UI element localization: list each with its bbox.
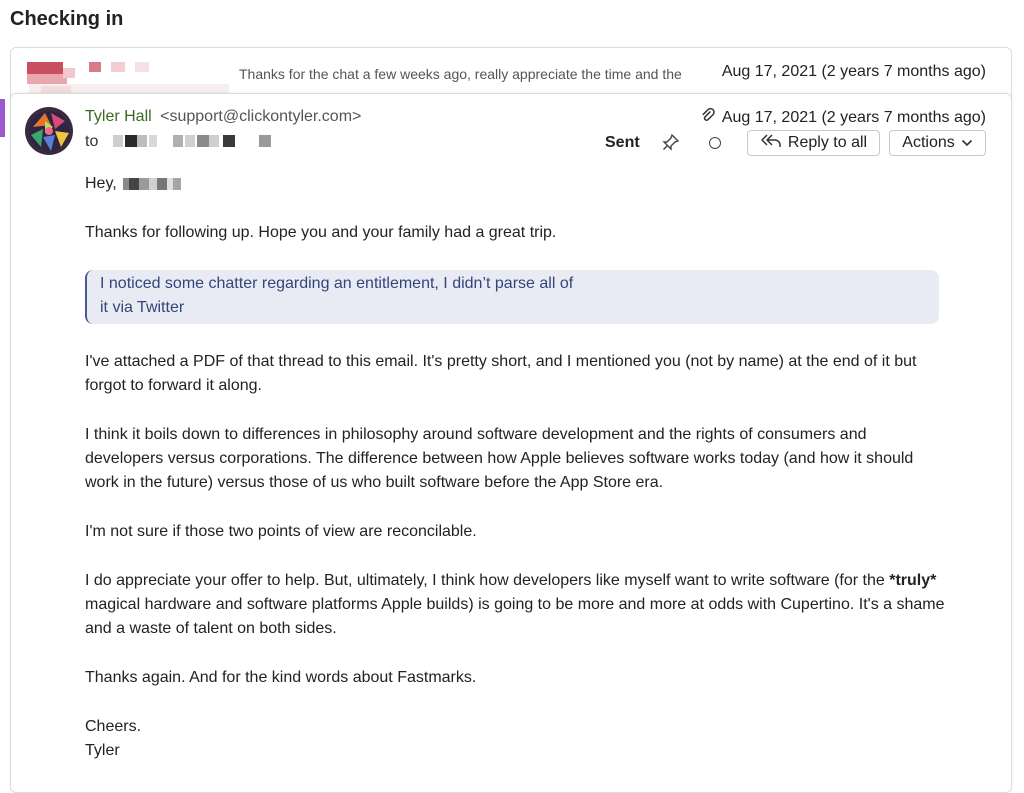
thread-title: Checking in bbox=[10, 8, 124, 30]
body-paragraph: I've attached a PDF of that thread to th… bbox=[85, 353, 917, 394]
body-paragraph: I think it boils down to differences in … bbox=[85, 426, 914, 491]
reply-to-all-button[interactable]: Reply to all bbox=[747, 130, 880, 156]
actions-label: Actions bbox=[902, 134, 955, 151]
paperclip-icon bbox=[700, 107, 716, 128]
message-body: Hey, Thanks for following up. Hope you a… bbox=[85, 172, 945, 763]
avatar[interactable] bbox=[25, 107, 73, 155]
reply-to-all-label: Reply to all bbox=[787, 134, 868, 151]
pin-icon[interactable] bbox=[661, 132, 681, 152]
body-paragraph: I do appreciate your offer to help. But,… bbox=[85, 569, 945, 641]
message-date: Aug 17, 2021 (2 years 7 months ago) bbox=[700, 107, 986, 128]
body-paragraph: Thanks for following up. Hope you and yo… bbox=[85, 224, 557, 241]
expanded-message: Tyler Hall <support@clickontyler.com> to… bbox=[10, 93, 1012, 793]
quote-line: it via Twitter bbox=[100, 299, 185, 316]
recipient-label: to bbox=[85, 133, 99, 150]
sender-email[interactable]: <support@clickontyler.com> bbox=[160, 108, 361, 125]
greeting-text: Hey, bbox=[85, 175, 117, 192]
selected-accent-bar bbox=[0, 99, 5, 137]
redacted-name bbox=[122, 178, 181, 190]
bold-text: *truly* bbox=[889, 572, 937, 589]
body-paragraph: I'm not sure if those two points of view… bbox=[85, 523, 477, 540]
text-run: magical hardware and software platforms … bbox=[85, 596, 945, 637]
quote-line: I noticed some chatter regarding an enti… bbox=[100, 275, 574, 292]
collapsed-date: Aug 17, 2021 (2 years 7 months ago) bbox=[721, 63, 986, 80]
sender-name[interactable]: Tyler Hall bbox=[85, 108, 152, 125]
circle-icon[interactable] bbox=[709, 137, 721, 149]
body-paragraph: Thanks again. And for the kind words abo… bbox=[85, 669, 477, 686]
quoted-text: I noticed some chatter regarding an enti… bbox=[85, 270, 939, 324]
sender-line: Tyler Hall <support@clickontyler.com> bbox=[85, 108, 361, 126]
signoff: Cheers. bbox=[85, 718, 142, 735]
status-label: Sent bbox=[605, 134, 640, 151]
signature: Tyler bbox=[85, 742, 120, 759]
chevron-down-icon bbox=[961, 134, 973, 152]
collapsed-snippet: Thanks for the chat a few weeks ago, rea… bbox=[239, 66, 682, 82]
greeting: Hey, bbox=[85, 172, 945, 196]
reply-all-icon bbox=[760, 133, 782, 154]
text-run: I do appreciate your offer to help. But,… bbox=[85, 572, 890, 589]
message-date-text: Aug 17, 2021 (2 years 7 months ago) bbox=[721, 108, 986, 126]
actions-dropdown[interactable]: Actions bbox=[889, 130, 986, 156]
